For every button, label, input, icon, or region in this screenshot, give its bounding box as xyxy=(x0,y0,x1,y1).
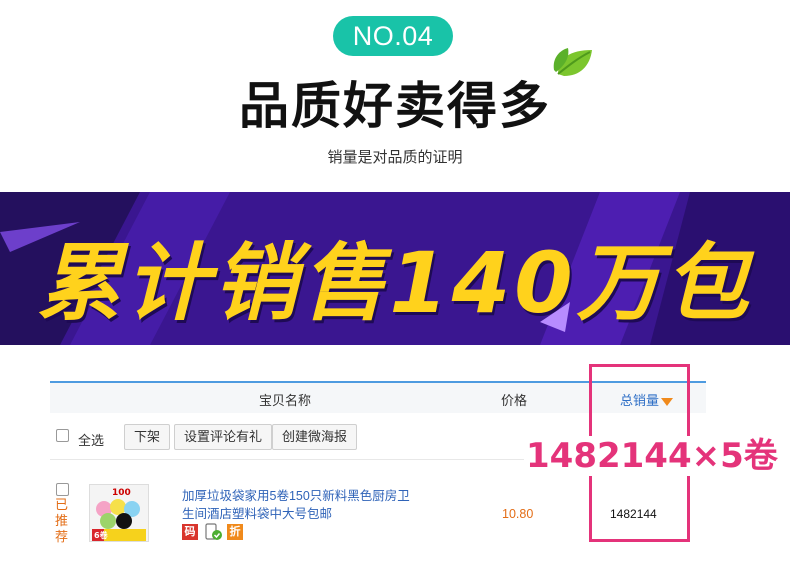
section-subtitle: 销量是对品质的证明 xyxy=(327,149,463,166)
row-checkbox[interactable] xyxy=(56,483,69,496)
create-poster-button[interactable]: 创建微海报 xyxy=(272,424,358,450)
leaf-icon xyxy=(553,48,592,76)
product-thumbnail[interactable]: 100 6卷 xyxy=(89,484,149,542)
sales-annotation: 1482144×5卷 xyxy=(524,436,780,476)
banner-headline: 累计销售140万包 xyxy=(37,234,753,332)
section-number-badge: NO.04 xyxy=(333,16,453,56)
sales-banner: 累计销售140万包 xyxy=(0,192,790,345)
product-price: 10.80 xyxy=(502,507,534,521)
select-all-checkbox[interactable] xyxy=(56,429,69,442)
qr-code-tag[interactable]: 码 xyxy=(182,524,198,540)
mobile-check-icon[interactable] xyxy=(204,523,222,541)
thumbnail-label: 6卷 xyxy=(94,530,109,540)
column-header-price[interactable]: 价格 xyxy=(501,390,527,409)
select-all-label[interactable]: 全选 xyxy=(78,430,104,449)
product-name-link[interactable]: 加厚垃圾袋家用5卷150只新料黑色厨房卫生间酒店塑料袋中大号包邮 xyxy=(182,487,422,523)
set-review-reward-button[interactable]: 设置评论有礼 xyxy=(174,424,273,450)
section-title: 品质好卖得多 xyxy=(239,77,551,135)
column-header-name: 宝贝名称 xyxy=(259,393,312,408)
discount-tag[interactable]: 折 xyxy=(227,524,243,540)
recommended-status: 已推荐 xyxy=(55,497,69,544)
thumbnail-badge: 100 xyxy=(112,488,131,498)
delist-button[interactable]: 下架 xyxy=(124,424,171,450)
product-image: 100 6卷 xyxy=(90,485,148,541)
